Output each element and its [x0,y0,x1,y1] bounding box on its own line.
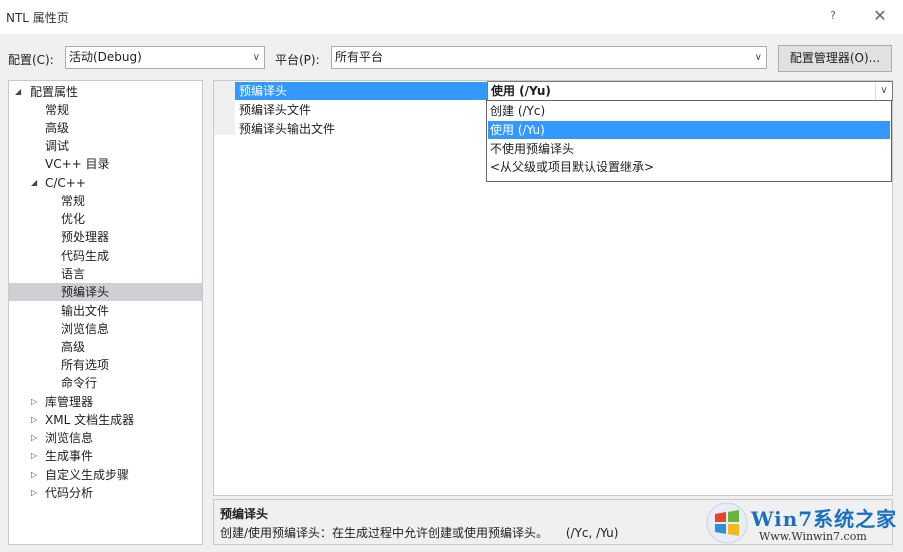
collapsed-triangle-icon[interactable]: ▷ [31,447,41,465]
option-create[interactable]: 创建 (/Yc) [488,102,890,120]
tree-item-cpp-advanced[interactable]: 高级 [61,338,85,356]
chevron-down-icon: ∨ [754,52,762,63]
config-label: 配置(C): [8,53,54,67]
tree-item-cpp[interactable]: ◢ C/C++ [9,174,202,192]
tree-item-cpp-output-files[interactable]: 输出文件 [61,302,109,320]
tree-item-config-properties[interactable]: ◢ 配置属性 [9,83,202,101]
windows-logo-icon [706,502,748,544]
tree-item-cpp-preprocessor[interactable]: 预处理器 [61,228,109,246]
watermark-url: Www.Winwin7.com [759,530,867,543]
expanded-triangle-icon[interactable]: ◢ [15,83,25,101]
platform-value: 所有平台 [335,50,384,64]
option-inherit[interactable]: <从父级或项目默认设置继承> [488,158,890,176]
title-bar: NTL 属性页 ? ✕ [0,0,903,34]
expanded-triangle-icon[interactable]: ◢ [31,174,41,192]
description-title: 预编译头 [220,507,269,521]
value-dropdown-list[interactable]: 创建 (/Yc) 使用 (/Yu) 不使用预编译头 <从父级或项目默认设置继承> [486,100,892,182]
tree-item-general[interactable]: 常规 [45,101,69,119]
watermark-brand: Win7系统之家 [751,507,898,531]
window-title: NTL 属性页 [6,11,69,25]
property-tree[interactable]: ◢ 配置属性 常规 高级 调试 VC++ 目录 ◢ C/C++ 常规 优化 预处… [8,80,203,545]
property-row-precompiled-header[interactable]: 预编译头 [235,82,508,100]
tree-item-cpp-general[interactable]: 常规 [61,192,85,210]
property-value: 使用 (/Yu) [491,84,551,98]
collapsed-triangle-icon[interactable]: ▷ [31,466,41,484]
close-button[interactable]: ✕ [867,6,893,26]
tree-item-cpp-language[interactable]: 语言 [61,265,85,283]
platform-label: 平台(P): [275,53,320,67]
tree-item-cpp-command-line[interactable]: 命令行 [61,374,97,392]
collapsed-triangle-icon[interactable]: ▷ [31,411,41,429]
config-select[interactable]: 活动(Debug) ∨ [65,46,265,69]
chevron-down-icon[interactable]: ∨ [875,82,892,100]
config-value: 活动(Debug) [69,50,142,64]
tree-item-browse-info[interactable]: ▷ 浏览信息 [9,429,202,447]
property-value-combo[interactable]: 使用 (/Yu) ∨ [487,81,893,101]
chevron-down-icon: ∨ [252,52,260,63]
collapsed-triangle-icon[interactable]: ▷ [31,393,41,411]
tree-item-librarian[interactable]: ▷ 库管理器 [9,393,202,411]
grid-gutter [214,81,235,135]
config-manager-button[interactable]: 配置管理器(O)... [778,45,892,72]
option-not-using[interactable]: 不使用预编译头 [488,140,890,158]
property-row-precompiled-header-file[interactable]: 预编译头文件 [235,101,508,119]
collapsed-triangle-icon[interactable]: ▷ [31,429,41,447]
collapsed-triangle-icon[interactable]: ▷ [31,484,41,502]
platform-select[interactable]: 所有平台 ∨ [331,46,767,69]
tree-item-cpp-optimization[interactable]: 优化 [61,210,85,228]
tree-item-debugging[interactable]: 调试 [45,137,69,155]
tree-item-code-analysis[interactable]: ▷ 代码分析 [9,484,202,502]
help-button[interactable]: ? [820,6,846,26]
option-use[interactable]: 使用 (/Yu) [488,121,890,139]
tree-item-cpp-codegen[interactable]: 代码生成 [61,247,109,265]
watermark: Win7系统之家 Www.Winwin7.com [703,498,899,548]
tree-item-cpp-precompiled-headers[interactable]: 预编译头 [9,283,202,301]
tree-item-custom-build-step[interactable]: ▷ 自定义生成步骤 [9,466,202,484]
tree-item-build-events[interactable]: ▷ 生成事件 [9,447,202,465]
description-text: 创建/使用预编译头：在生成过程中允许创建或使用预编译头。 (/Yc, /Yu) [220,526,619,540]
tree-item-vc-dirs[interactable]: VC++ 目录 [45,155,110,173]
tree-item-advanced[interactable]: 高级 [45,119,69,137]
property-row-precompiled-header-output[interactable]: 预编译头输出文件 [235,120,508,138]
tree-item-cpp-all-options[interactable]: 所有选项 [61,356,109,374]
tree-item-cpp-browse-info[interactable]: 浏览信息 [61,320,109,338]
tree-item-xml-doc-generator[interactable]: ▷ XML 文档生成器 [9,411,202,429]
